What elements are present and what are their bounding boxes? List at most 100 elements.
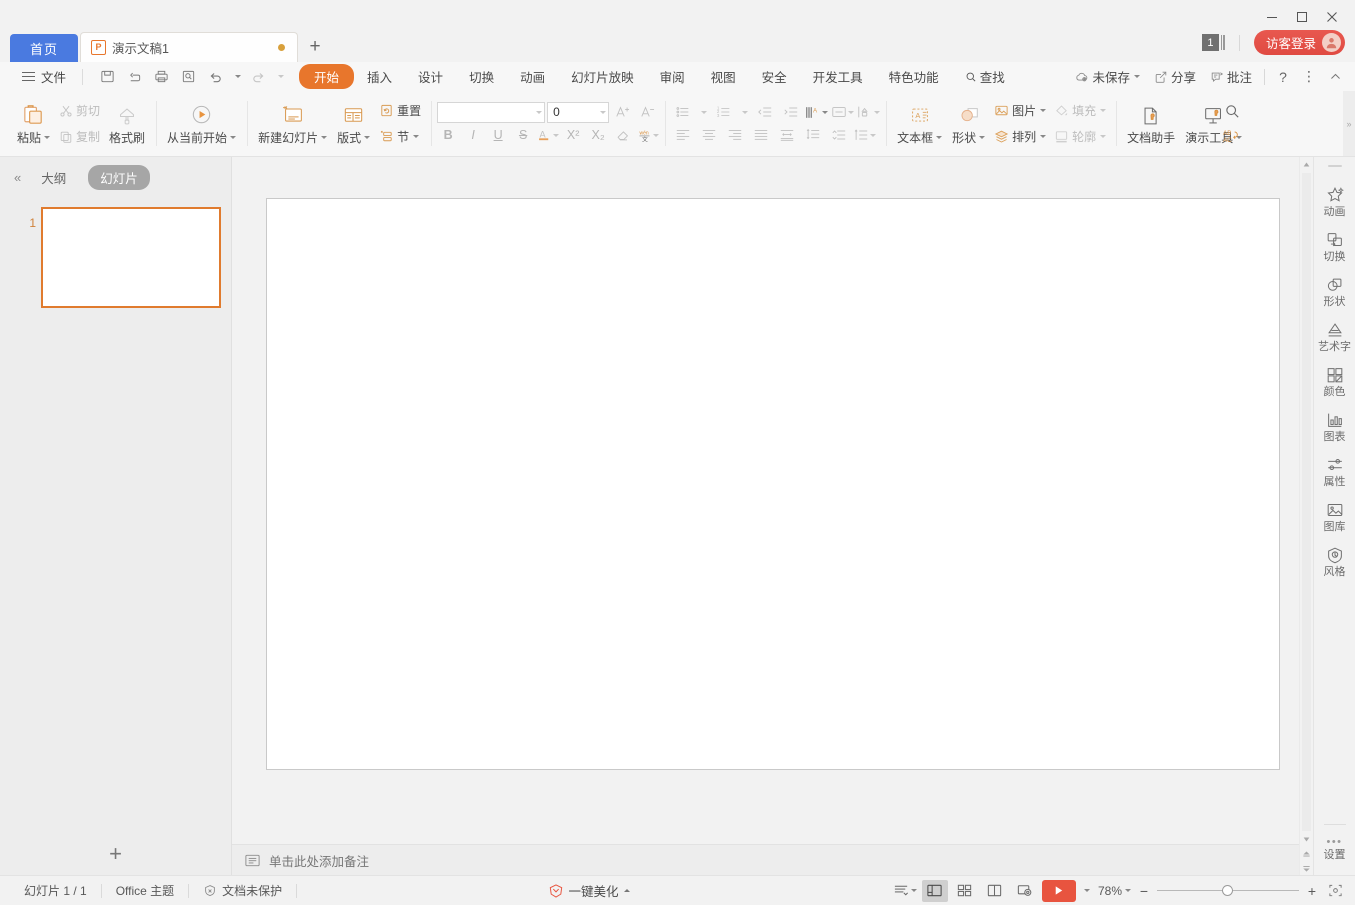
zoom-in-button[interactable]: +	[1303, 882, 1321, 900]
slide-thumbnail[interactable]	[41, 207, 221, 308]
scroll-up-arrow-icon[interactable]	[1303, 157, 1310, 172]
replace-button[interactable]: ABAC	[1221, 126, 1244, 147]
arrange-button[interactable]: 排列	[990, 125, 1050, 149]
next-slide-button[interactable]	[1302, 861, 1311, 875]
ribbon-tab-transition[interactable]: 切换	[456, 64, 507, 89]
numbering-button[interactable]: 123	[712, 102, 735, 123]
print-preview-icon[interactable]	[122, 66, 147, 88]
tab-home[interactable]: 首页	[10, 34, 78, 62]
protection-status[interactable]: 文档未保护	[189, 882, 296, 899]
rail-handle-icon[interactable]	[1328, 165, 1342, 167]
share-button[interactable]: 分享	[1148, 65, 1202, 88]
text-direction-button[interactable]: A	[805, 102, 828, 123]
help-button[interactable]: ?	[1271, 66, 1295, 88]
picture-button[interactable]: 图片	[990, 99, 1050, 123]
fit-to-window-button[interactable]	[1325, 882, 1345, 900]
redo-icon[interactable]	[246, 66, 271, 88]
start-slideshow-button[interactable]	[1042, 880, 1076, 902]
superscript-button[interactable]: X²	[562, 125, 584, 146]
reset-button[interactable]: 重置	[375, 99, 425, 123]
strikethrough-button[interactable]: S	[512, 125, 534, 146]
convert-smartart-button[interactable]	[857, 102, 880, 123]
ribbon-tab-features[interactable]: 特色功能	[876, 64, 952, 89]
zoom-slider[interactable]	[1157, 884, 1299, 898]
more-options-button[interactable]: ⋮	[1297, 66, 1321, 88]
comment-button[interactable]: 批注	[1204, 65, 1258, 88]
doc-assistant-button[interactable]: 文档助手	[1122, 100, 1180, 148]
font-name-input[interactable]	[437, 102, 545, 123]
customize-qat-icon[interactable]	[273, 66, 287, 88]
align-right-button[interactable]	[723, 125, 746, 146]
zoom-out-button[interactable]: −	[1135, 882, 1153, 900]
guest-login-button[interactable]: 访客登录	[1254, 30, 1345, 55]
decrease-indent-button[interactable]	[753, 102, 776, 123]
outline-button[interactable]: 轮廓	[1050, 125, 1110, 149]
tab-document[interactable]: P 演示文稿1	[80, 32, 298, 62]
outline-view-button[interactable]	[892, 880, 918, 902]
close-button[interactable]	[1317, 6, 1347, 28]
rail-item-gallery[interactable]: 图库	[1314, 494, 1355, 539]
rail-item-wordart[interactable]: 艺术字	[1314, 314, 1355, 359]
ribbon-tab-insert[interactable]: 插入	[354, 64, 405, 89]
ribbon-tab-devtools[interactable]: 开发工具	[800, 64, 876, 89]
textbox-button[interactable]: A 文本框	[892, 100, 947, 148]
collapse-panel-button[interactable]: «	[14, 170, 19, 185]
align-text-button[interactable]	[831, 102, 854, 123]
ribbon-tab-view[interactable]: 视图	[698, 64, 749, 89]
rail-item-transition[interactable]: 切换	[1314, 224, 1355, 269]
ribbon-tab-slideshow[interactable]: 幻灯片放映	[558, 64, 647, 89]
rail-item-animation[interactable]: 动画	[1314, 179, 1355, 224]
layout-button[interactable]: 版式	[332, 100, 375, 148]
file-menu-button[interactable]: 文件	[22, 67, 76, 86]
print-icon[interactable]	[149, 66, 174, 88]
align-center-button[interactable]	[697, 125, 720, 146]
undo-dropdown-icon[interactable]	[230, 66, 244, 88]
fill-button[interactable]: 填充	[1050, 99, 1110, 123]
new-slide-button[interactable]: 新建幻灯片	[253, 100, 332, 148]
vertical-scrollbar[interactable]	[1299, 157, 1313, 875]
shape-button[interactable]: 形状	[947, 100, 990, 148]
text-convert-button[interactable]: wén文	[637, 125, 659, 146]
italic-button[interactable]: I	[462, 125, 484, 146]
previous-slide-button[interactable]	[1302, 847, 1311, 861]
new-tab-button[interactable]: +	[298, 32, 332, 62]
distribute-button[interactable]	[775, 125, 798, 146]
numbering-dropdown[interactable]	[738, 102, 750, 123]
add-slide-button[interactable]: +	[109, 843, 122, 865]
slide-sorter-button[interactable]	[952, 880, 978, 902]
copy-button[interactable]: 复制	[55, 125, 104, 149]
font-size-input[interactable]: 0	[547, 102, 609, 123]
line-spacing-button[interactable]	[801, 125, 824, 146]
list-item[interactable]: 1	[0, 202, 231, 308]
find-button[interactable]	[1221, 101, 1244, 122]
slide-canvas[interactable]	[267, 199, 1279, 769]
ribbon-tab-design[interactable]: 设计	[405, 64, 456, 89]
rail-item-style[interactable]: 风格	[1314, 539, 1355, 584]
justify-button[interactable]	[749, 125, 772, 146]
bold-button[interactable]: B	[437, 125, 459, 146]
font-color-button[interactable]: A	[537, 125, 559, 146]
beautify-button[interactable]: 一键美化	[548, 881, 630, 900]
minimize-button[interactable]	[1257, 6, 1287, 28]
normal-view-button[interactable]	[922, 880, 948, 902]
collapse-ribbon-button[interactable]	[1323, 66, 1347, 88]
para-spacing-button[interactable]	[827, 125, 850, 146]
zoom-slider-knob[interactable]	[1222, 885, 1233, 896]
reading-view-button[interactable]	[982, 880, 1008, 902]
increase-indent-button[interactable]	[779, 102, 802, 123]
scroll-down-arrow-icon[interactable]	[1303, 832, 1310, 847]
slideshow-dropdown-button[interactable]	[1080, 880, 1094, 902]
clear-format-button[interactable]	[612, 125, 634, 146]
ribbon-tab-security[interactable]: 安全	[749, 64, 800, 89]
presenter-view-button[interactable]	[1012, 880, 1038, 902]
rail-item-shape[interactable]: 形状	[1314, 269, 1355, 314]
ribbon-expand-handle[interactable]: »	[1343, 91, 1355, 156]
subscript-button[interactable]: X₂	[587, 125, 609, 146]
unsaved-status-button[interactable]: 未保存	[1069, 65, 1146, 88]
paste-button[interactable]: 粘贴	[12, 100, 55, 148]
find-doc-icon[interactable]	[176, 66, 201, 88]
zoom-level-button[interactable]: 78%	[1098, 884, 1131, 898]
tab-outline[interactable]: 大纲	[29, 165, 78, 190]
ribbon-tab-review[interactable]: 审阅	[647, 64, 698, 89]
rail-item-color[interactable]: 颜色	[1314, 359, 1355, 404]
